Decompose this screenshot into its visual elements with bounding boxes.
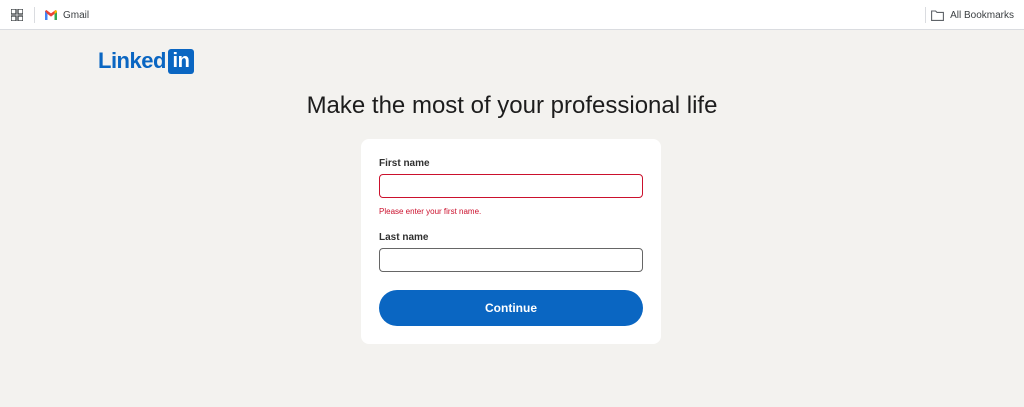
page-headline: Make the most of your professional life xyxy=(306,92,718,119)
bookmark-gmail-label: Gmail xyxy=(63,9,90,21)
all-bookmarks-label: All Bookmarks xyxy=(950,9,1014,21)
linkedin-logo[interactable]: Linked in xyxy=(98,48,194,74)
all-bookmarks-button[interactable]: All Bookmarks xyxy=(931,7,1014,23)
apps-grid-icon[interactable] xyxy=(11,9,23,21)
bookmark-gmail[interactable]: Gmail xyxy=(45,7,89,23)
gmail-icon xyxy=(45,10,57,20)
first-name-label: First name xyxy=(379,158,430,169)
signup-form-card: First name Please enter your first name.… xyxy=(361,139,661,344)
last-name-input[interactable] xyxy=(379,248,643,272)
last-name-label: Last name xyxy=(379,232,429,243)
first-name-error: Please enter your first name. xyxy=(379,207,482,216)
bookmarks-bar: Gmail All Bookmarks xyxy=(0,0,1024,30)
continue-button[interactable]: Continue xyxy=(379,290,643,326)
bookmarks-divider xyxy=(34,7,35,23)
logo-wordmark: Linked xyxy=(98,48,166,73)
first-name-input[interactable] xyxy=(379,174,643,198)
all-bookmarks-divider xyxy=(925,7,926,23)
folder-icon xyxy=(931,9,945,21)
logo-in-box: in xyxy=(167,48,194,74)
